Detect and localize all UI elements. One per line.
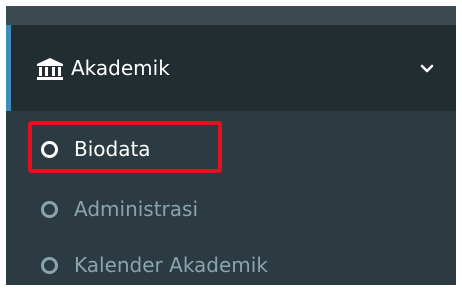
menu-akademik-label: Akademik bbox=[71, 56, 170, 80]
bank-icon bbox=[37, 58, 63, 80]
submenu-item-kalender-akademik[interactable]: Kalender Akademik bbox=[6, 243, 456, 297]
submenu-item-label: Kalender Akademik bbox=[74, 253, 268, 277]
circle-icon bbox=[41, 201, 58, 218]
menu-akademik[interactable]: Akademik bbox=[6, 25, 456, 111]
submenu-item-administrasi[interactable]: Administrasi bbox=[6, 187, 456, 241]
submenu-item-biodata[interactable]: Biodata bbox=[6, 121, 456, 181]
submenu-item-label: Administrasi bbox=[74, 197, 199, 221]
submenu-akademik: Biodata Administrasi Kalender Akademik bbox=[6, 111, 456, 285]
highlight-box bbox=[28, 121, 222, 173]
chevron-down-icon[interactable] bbox=[420, 63, 434, 75]
circle-icon bbox=[41, 257, 58, 274]
sidebar: Akademik Biodata Administrasi Kalender A… bbox=[6, 6, 456, 285]
